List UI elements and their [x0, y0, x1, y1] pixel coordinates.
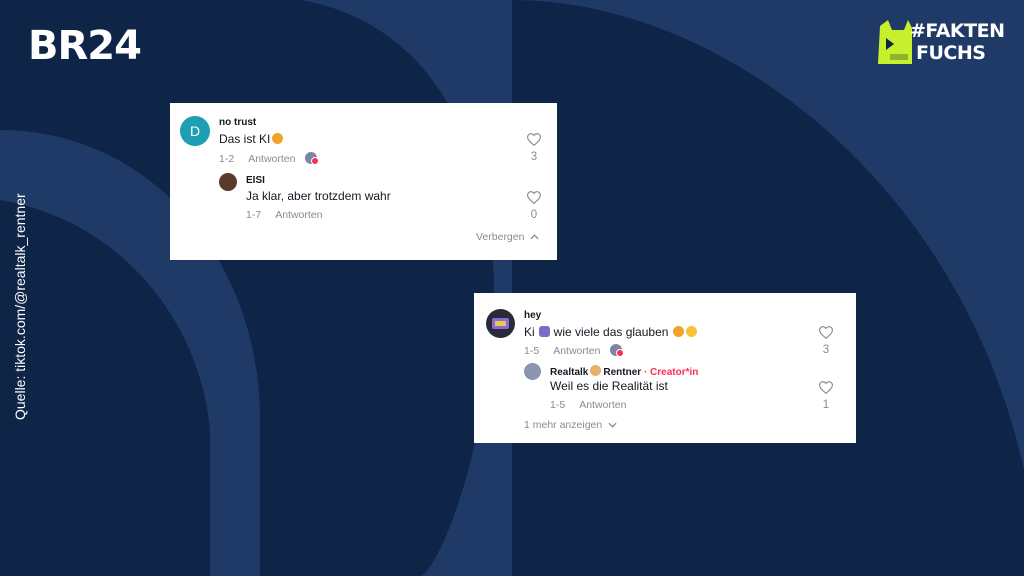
- background-shapes: [0, 0, 1024, 576]
- reply-meta: 1-5 Antworten: [550, 399, 626, 411]
- like-button[interactable]: 1: [816, 381, 836, 411]
- comment-text: Ki wie viele das glauben: [524, 325, 698, 339]
- comment-meta: 1-5 Antworten: [524, 344, 625, 357]
- creator-liked-avatar: [305, 152, 320, 165]
- like-count: 0: [530, 209, 538, 221]
- chevron-down-icon: [608, 422, 617, 428]
- reply-username[interactable]: Realtalk Rentner · Creator*in: [550, 365, 698, 378]
- show-more-replies-button[interactable]: 1 mehr anzeigen: [524, 419, 617, 431]
- heart-icon: [818, 326, 834, 340]
- creator-badge: · Creator*in: [643, 367, 699, 378]
- reply-date: 1-5: [550, 399, 566, 411]
- avatar-image-icon: [492, 318, 509, 329]
- reply-username[interactable]: EISI: [246, 175, 265, 186]
- br24-logo: BR24: [28, 23, 142, 69]
- avatar[interactable]: [524, 363, 541, 380]
- reply-button[interactable]: Antworten: [579, 399, 626, 411]
- like-count: 1: [822, 399, 830, 411]
- comment-username[interactable]: hey: [524, 310, 541, 321]
- avatar[interactable]: [219, 173, 237, 191]
- heart-icon: [526, 191, 542, 205]
- avatar[interactable]: [486, 309, 515, 338]
- robot-emoji-icon: [538, 326, 550, 337]
- comment-card-2: hey Ki wie viele das glauben 1-5 Antworten…: [474, 293, 856, 443]
- reply-button[interactable]: Antworten: [275, 209, 322, 221]
- comment-date: 1-5: [524, 345, 540, 357]
- hide-replies-button[interactable]: Verbergen: [476, 231, 539, 243]
- comment-username[interactable]: no trust: [219, 117, 256, 128]
- fox-icon: [878, 20, 912, 64]
- avatar[interactable]: D: [180, 116, 210, 146]
- faktenfuchs-line2: FUCHS: [916, 42, 986, 64]
- reply-meta: 1-7 Antworten: [246, 209, 322, 221]
- chevron-up-icon: [530, 234, 539, 240]
- like-button[interactable]: 3: [816, 326, 836, 356]
- like-count: 3: [530, 151, 538, 163]
- like-count: 3: [822, 344, 830, 356]
- faktenfuchs-logo: #FAKTEN FUCHS: [874, 18, 1008, 70]
- like-button[interactable]: 3: [524, 133, 544, 163]
- heart-icon: [526, 133, 542, 147]
- heart-icon: [818, 381, 834, 395]
- comment-text: Das ist KI: [219, 132, 284, 146]
- comment-card-1: D no trust Das ist KI 1-2 Antworten 3 EIS…: [170, 103, 557, 260]
- reply-date: 1-7: [246, 209, 262, 221]
- source-label: Quelle: tiktok.com/@realtalk_rentner: [12, 193, 28, 420]
- laughing-emoji-icon: [673, 326, 685, 337]
- grandpa-emoji-icon: [590, 365, 602, 376]
- comment-date: 1-2: [219, 153, 235, 165]
- laughing-emoji-icon: [686, 326, 698, 337]
- reply-text: Ja klar, aber trotzdem wahr: [246, 189, 391, 203]
- faktenfuchs-line1: #FAKTEN: [910, 20, 1005, 42]
- reply-button[interactable]: Antworten: [553, 345, 600, 357]
- like-button[interactable]: 0: [524, 191, 544, 221]
- comment-meta: 1-2 Antworten: [219, 152, 320, 165]
- reply-button[interactable]: Antworten: [248, 153, 295, 165]
- reply-text: Weil es die Realität ist: [550, 379, 668, 393]
- creator-liked-avatar: [610, 344, 625, 357]
- avatar-letter: D: [189, 123, 201, 139]
- smile-emoji-icon: [272, 133, 284, 144]
